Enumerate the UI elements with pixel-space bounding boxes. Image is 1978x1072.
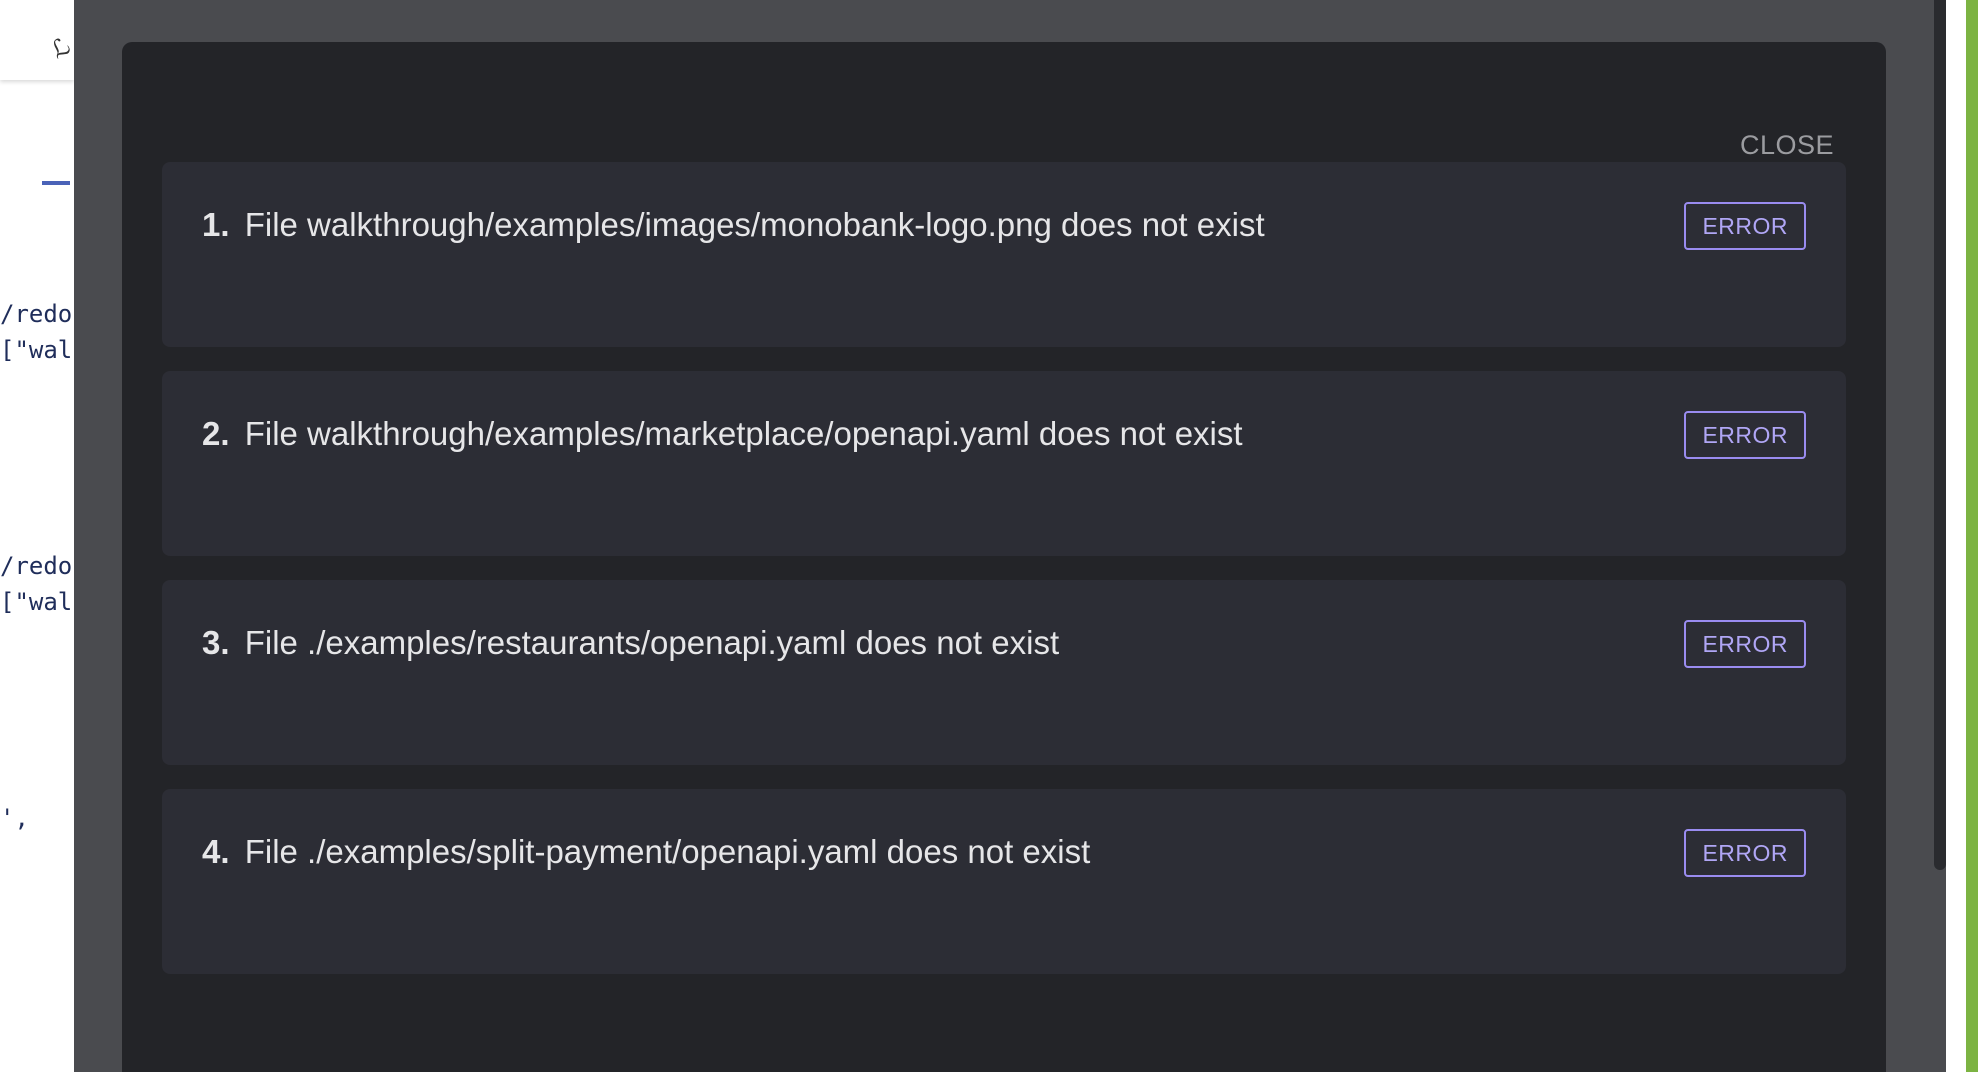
background-code-line: /redo	[0, 300, 73, 328]
error-item: 2. File walkthrough/examples/marketplace…	[162, 371, 1846, 556]
error-message-row: 1. File walkthrough/examples/images/mono…	[202, 206, 1265, 244]
error-message: File walkthrough/examples/images/monoban…	[244, 206, 1265, 243]
background-code-line: ["wal	[0, 336, 73, 364]
error-badge: ERROR	[1684, 829, 1806, 877]
link-icon[interactable]: ℒ	[46, 32, 75, 65]
error-number: 2.	[202, 415, 230, 452]
background-right-strip	[1966, 0, 1978, 1072]
error-message: File walkthrough/examples/marketplace/op…	[244, 415, 1243, 452]
scrollbar-thumb[interactable]	[1934, 0, 1946, 870]
error-item: 4. File ./examples/split-payment/openapi…	[162, 789, 1846, 974]
error-number: 4.	[202, 833, 230, 870]
error-item: 3. File ./examples/restaurants/openapi.y…	[162, 580, 1846, 765]
background-code-line: ',	[0, 804, 29, 832]
error-message-row: 2. File walkthrough/examples/marketplace…	[202, 415, 1243, 453]
background-toolbar: ℒ	[0, 0, 75, 80]
error-badge: ERROR	[1684, 620, 1806, 668]
error-badge: ERROR	[1684, 411, 1806, 459]
background-code-line: ["wal	[0, 588, 73, 616]
error-message-row: 3. File ./examples/restaurants/openapi.y…	[202, 624, 1059, 662]
error-message: File ./examples/split-payment/openapi.ya…	[244, 833, 1091, 870]
background-code-line: /redo	[0, 552, 73, 580]
error-number: 1.	[202, 206, 230, 243]
errors-modal: CLOSE 1. File walkthrough/examples/image…	[122, 42, 1886, 1072]
error-badge: ERROR	[1684, 202, 1806, 250]
error-message: File ./examples/restaurants/openapi.yaml…	[244, 624, 1060, 661]
error-number: 3.	[202, 624, 230, 661]
error-message-row: 4. File ./examples/split-payment/openapi…	[202, 833, 1090, 871]
close-button[interactable]: CLOSE	[1740, 130, 1834, 161]
background-underline	[42, 181, 70, 185]
error-item: 1. File walkthrough/examples/images/mono…	[162, 162, 1846, 347]
